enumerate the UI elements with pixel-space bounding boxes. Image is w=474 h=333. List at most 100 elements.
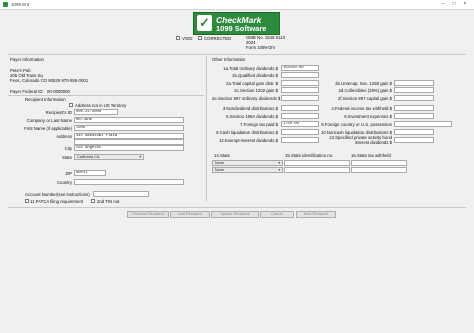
right-field-input[interactable]	[394, 113, 434, 119]
state-row-1-id-input[interactable]	[284, 160, 350, 166]
left-field-input[interactable]	[281, 72, 319, 78]
previous-recipient-button[interactable]: Previous Recipient	[127, 211, 169, 218]
void-label: VOID	[182, 35, 193, 41]
left-field-input[interactable]: 150150.00	[281, 65, 319, 71]
logo-product-text: 1099 Software	[216, 24, 267, 33]
right-field-input[interactable]	[394, 105, 434, 111]
payer-city-line: Feos, Colorado CO 80529 970-555-0001	[10, 78, 89, 83]
state-row-1-tax-input[interactable]	[351, 160, 407, 166]
state-tax-column-header: 16.State tax withheld	[351, 153, 391, 158]
state-select-value: California CA	[77, 155, 100, 159]
chevron-down-icon: ▼	[138, 155, 142, 159]
first-name-label: First Name (if applicable)	[24, 126, 72, 131]
account-number-input[interactable]	[93, 191, 149, 197]
state-select[interactable]: California CA ▼	[74, 154, 144, 160]
state-row-2-id-input[interactable]	[284, 167, 350, 173]
payer-fed-id: 00-0000000	[47, 89, 70, 94]
left-field-input[interactable]	[281, 105, 319, 111]
city-label: City	[64, 146, 72, 151]
column-divider	[206, 56, 207, 201]
minimize-icon[interactable]: –	[438, 1, 448, 7]
not-us-checkbox[interactable]	[69, 103, 73, 107]
zip-label: ZIP	[65, 171, 72, 176]
left-field-label: 1b.Qualified dividends $	[232, 73, 278, 78]
right-field-label: 13.Specified private activity bond inter…	[329, 135, 392, 145]
header-divider	[8, 54, 466, 55]
window-titlebar: 1099 Ent – □ ×	[0, 0, 474, 10]
void-checkbox[interactable]	[176, 36, 180, 40]
left-field-input[interactable]	[281, 137, 319, 143]
right-field-label: 2f.Section 897 capital gain $	[338, 96, 392, 101]
second-tin-label: 2nd TIN not.	[97, 198, 121, 204]
left-field-label: 5.Section 199A dividends $	[226, 114, 278, 119]
right-field-label: 8.Foreign country or U.S. possession	[321, 122, 392, 127]
state-row-2-tax-input[interactable]	[351, 167, 407, 173]
right-field-input[interactable]	[394, 137, 434, 143]
company-input[interactable]: McClane	[74, 117, 184, 123]
not-us-label: Address not in US Territory	[75, 102, 127, 108]
corrected-checkbox[interactable]	[198, 36, 202, 40]
right-field-label: 6.Investment expenses $	[344, 114, 392, 119]
cancel-button[interactable]: Cancel	[260, 211, 294, 218]
left-field-label: 3.Nondividend distributions $	[222, 106, 278, 111]
state-row-1-value: None	[215, 161, 225, 165]
state-row-2-value: None	[215, 168, 225, 172]
corrected-label: CORRECTED	[204, 35, 232, 41]
city-input[interactable]: Los Angeles	[74, 145, 184, 151]
address-label: Address	[56, 134, 72, 139]
left-field-input[interactable]	[281, 95, 319, 101]
state-row-1-select[interactable]: None ▼	[212, 160, 283, 166]
other-section-label: Other Information	[212, 57, 246, 62]
company-label: Company or Last Name	[26, 118, 72, 123]
second-tin-checkbox[interactable]	[91, 199, 95, 203]
left-field-label: 2e.Section 897 ordinary dividends $	[212, 96, 281, 101]
right-field-input[interactable]	[394, 87, 434, 93]
first-name-input[interactable]: John	[74, 125, 184, 131]
right-field-input[interactable]	[394, 95, 434, 101]
state-row-2-select[interactable]: None ▼	[212, 167, 283, 173]
app-icon	[3, 2, 8, 7]
right-field-label: 2d.Collectibles (28%) gain $	[338, 88, 392, 93]
left-field-input[interactable]	[281, 129, 319, 135]
next-recipient-button[interactable]: Next Recipient	[296, 211, 336, 218]
country-label: Country	[56, 180, 72, 185]
checkmark-icon: ✓	[197, 15, 212, 31]
fatca-checkbox[interactable]	[25, 199, 29, 203]
fatca-label: 11.FATCA filing requirement	[30, 198, 84, 204]
left-field-input[interactable]: 1750.00	[281, 121, 319, 127]
state-id-column-header: 15.State identification no.	[285, 153, 334, 158]
left-field-label: 1a.Total ordinary dividends $	[223, 66, 278, 71]
maximize-icon[interactable]: □	[449, 1, 459, 7]
left-field-input[interactable]	[281, 80, 319, 86]
footer-divider	[8, 207, 466, 208]
country-input[interactable]	[74, 179, 184, 185]
update-recipient-button[interactable]: Update Recipient	[211, 211, 259, 218]
chevron-down-icon: ▼	[277, 168, 281, 172]
chevron-down-icon: ▼	[277, 161, 281, 165]
right-field-input[interactable]	[394, 129, 434, 135]
payer-fed-id-label: Payer Federal ID:	[10, 89, 44, 94]
left-field-label: 2c.Section 1202 gain $	[234, 88, 278, 93]
window-title: 1099 Ent	[11, 2, 30, 7]
left-field-input[interactable]	[281, 87, 319, 93]
form-name: Form 1099-DIV	[246, 45, 276, 50]
right-field-input[interactable]	[394, 121, 452, 127]
left-field-label: 9.Cash liquidation distributions $	[216, 130, 278, 135]
recipient-id-label: Recipient's ID	[45, 110, 72, 115]
recipient-section-label: Recipient Information	[25, 97, 66, 102]
right-field-label: 4.Federal income tax withheld $	[331, 106, 392, 111]
left-field-label: 2a.Total capital gain distr. $	[226, 81, 278, 86]
left-field-label: 12.Exempt-interest dividends $	[219, 138, 278, 143]
account-number-label: Account Number(see instructions)	[25, 192, 90, 197]
zip-input[interactable]: 90011	[74, 170, 106, 176]
payer-section-label: Payer Information	[10, 57, 44, 62]
right-field-input[interactable]	[394, 80, 434, 86]
add-recipient-button[interactable]: Add Recipient	[170, 211, 210, 218]
close-icon[interactable]: ×	[460, 1, 470, 7]
left-field-label: 7.Foreign tax paid $	[240, 122, 278, 127]
state-column-header: 14.State	[214, 153, 231, 158]
left-field-input[interactable]	[281, 113, 319, 119]
state-label: State	[61, 155, 72, 160]
recipient-id-input[interactable]: 000-22-0000	[74, 109, 118, 115]
payer-recipient-divider	[8, 95, 204, 96]
